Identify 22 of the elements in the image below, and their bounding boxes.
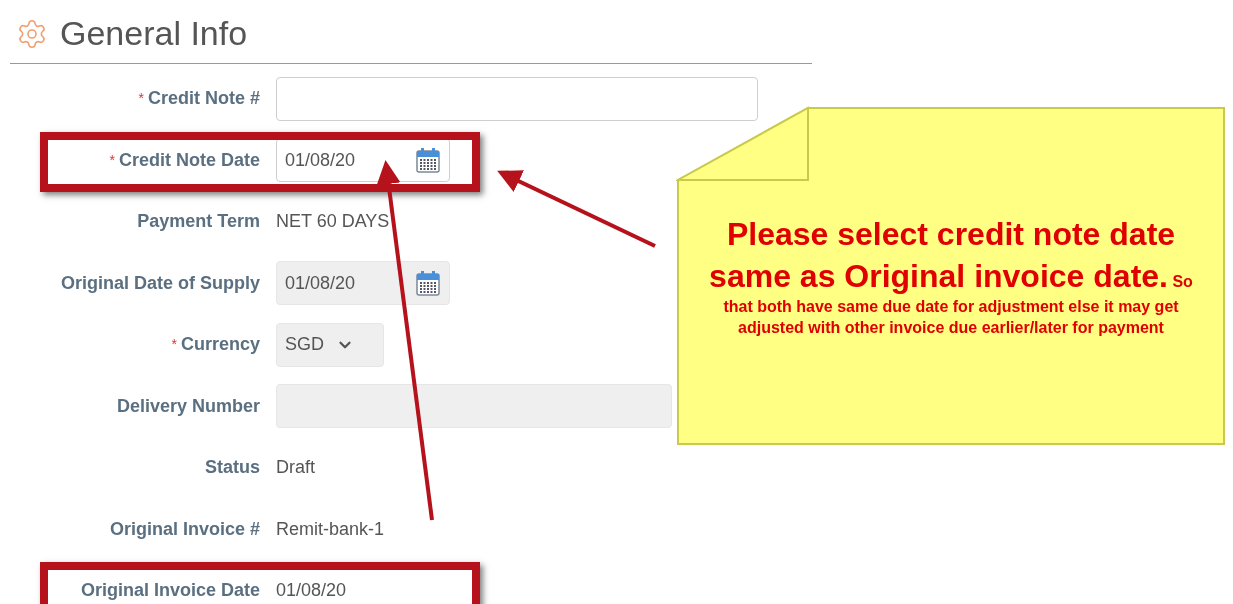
required-mark: * <box>109 150 115 170</box>
field-label: Original Date of Supply <box>60 271 260 295</box>
field-label: Currency <box>180 333 260 357</box>
field-label: Credit Note Date <box>118 148 260 172</box>
required-mark: * <box>171 335 177 355</box>
text-field[interactable] <box>276 76 758 121</box>
field-label: Payment Term <box>137 210 260 234</box>
required-mark: * <box>138 89 144 109</box>
section-title: General Info <box>60 13 248 54</box>
field-value: Remit-bank-1 <box>276 517 385 541</box>
gear-icon <box>16 17 48 50</box>
field-value: Draft <box>276 456 315 480</box>
field-label: Credit Note # <box>147 87 260 111</box>
field-label: Original Invoice # <box>109 517 260 541</box>
field-label: Status <box>205 456 260 480</box>
field-value: 01/08/20 <box>276 579 347 603</box>
field-label: Original Invoice Date <box>80 579 260 603</box>
note-text: Please select credit note date same as Original invoice date.So that both have same due date for adjustment else it may get adjusted with other invoice due earlier/later for payment <box>708 215 1194 338</box>
calendar-icon[interactable] <box>415 146 441 175</box>
field-value: NET 60 DAYS <box>276 210 390 234</box>
date-field[interactable]: 01/08/20 <box>276 138 450 183</box>
field-label: Delivery Number <box>116 394 260 418</box>
